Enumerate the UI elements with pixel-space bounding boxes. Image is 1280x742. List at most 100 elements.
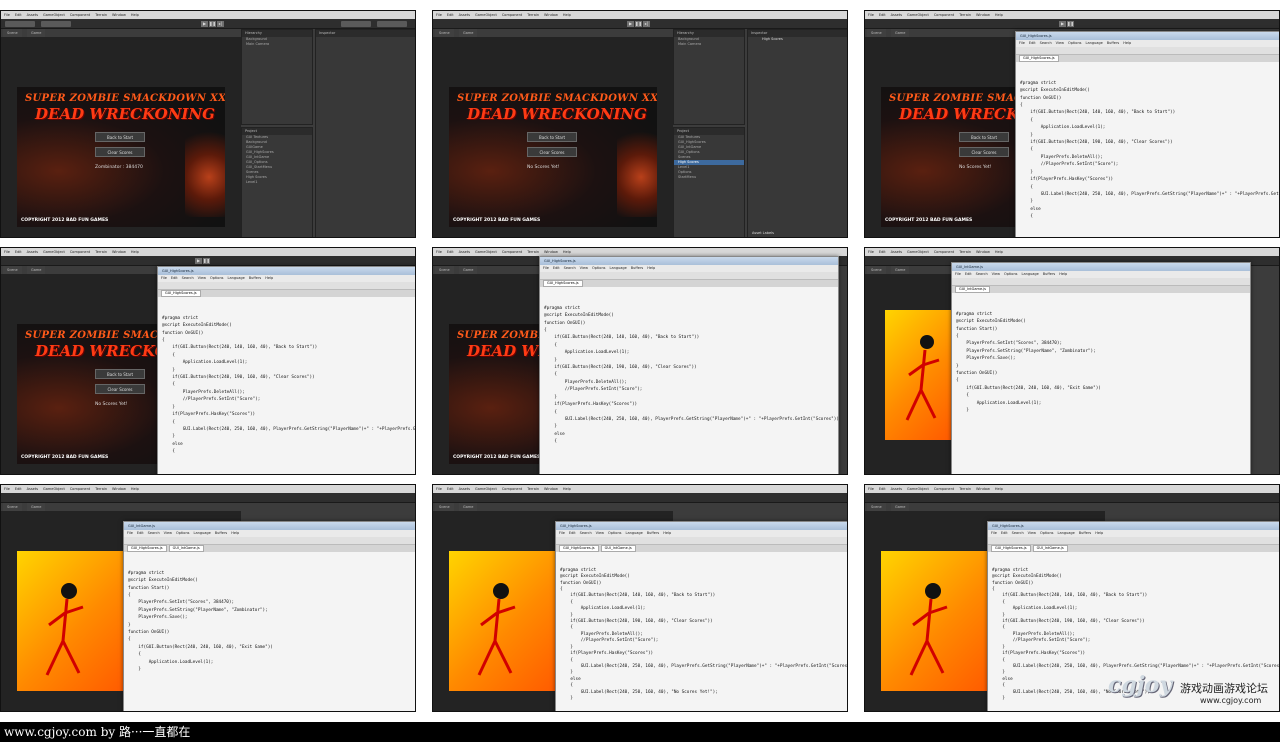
menu-terrain[interactable]: Terrain [527, 487, 539, 491]
menu-window[interactable]: Window [112, 13, 126, 17]
editor-toolbar[interactable] [540, 272, 838, 280]
hierarchy-item[interactable]: Main Camera [674, 42, 744, 47]
menu-assets[interactable]: Assets [459, 250, 470, 254]
menu-component[interactable]: Component [502, 250, 522, 254]
editor-menu-buffers[interactable]: Buffers [1079, 531, 1091, 535]
clear-scores-button[interactable]: Clear Scores [527, 147, 577, 157]
tab-game[interactable]: Game [891, 503, 910, 511]
tab-game[interactable]: Game [27, 29, 46, 37]
hierarchy-item[interactable]: Main Camera [242, 42, 312, 47]
tab-game[interactable]: Game [459, 266, 478, 274]
editor-menu-edit[interactable]: Edit [965, 272, 972, 276]
pause-icon[interactable]: ❚❚ [209, 21, 216, 27]
editor-toolbar[interactable] [158, 282, 415, 290]
menu-file[interactable]: File [4, 250, 10, 254]
editor-toolbar[interactable] [556, 537, 847, 545]
code-area[interactable]: #pragma strict @script ExecuteInEditMode(… [1016, 62, 1279, 235]
editor-menu-buffers[interactable]: Buffers [647, 531, 659, 535]
tab-game[interactable]: Game [891, 266, 910, 274]
editor-menu-edit[interactable]: Edit [1029, 41, 1036, 45]
back-to-start-button[interactable]: Back to Start [527, 132, 577, 142]
editor-menu-help[interactable]: Help [265, 276, 273, 280]
clear-scores-button[interactable]: Clear Scores [95, 384, 145, 394]
play-icon[interactable]: ▶ [627, 21, 634, 27]
menu-gameobject[interactable]: GameObject [475, 250, 497, 254]
menu-terrain[interactable]: Terrain [95, 13, 107, 17]
editor-toolbar[interactable] [952, 278, 1250, 286]
menu-file[interactable]: File [868, 487, 874, 491]
editor-tab-intgame[interactable]: GUI_IntGame.js [168, 545, 204, 552]
editor-menu-language[interactable]: Language [228, 276, 245, 280]
editor-tab-highscores[interactable]: GUI_HighScores.js [991, 545, 1031, 552]
menu-terrain[interactable]: Terrain [95, 487, 107, 491]
editor-menu-help[interactable]: Help [1123, 41, 1131, 45]
editor-menu-search[interactable]: Search [148, 531, 160, 535]
clear-scores-button[interactable]: Clear Scores [95, 147, 145, 157]
menu-help[interactable]: Help [995, 13, 1003, 17]
editor-menu-file[interactable]: File [559, 531, 565, 535]
menu-assets[interactable]: Assets [891, 487, 902, 491]
project-item[interactable]: Level1 [242, 180, 312, 185]
editor-menu-options[interactable]: Options [1068, 41, 1082, 45]
menu-help[interactable]: Help [563, 487, 571, 491]
menu-edit[interactable]: Edit [15, 13, 22, 17]
menu-terrain[interactable]: Terrain [959, 13, 971, 17]
clear-scores-button[interactable]: Clear Scores [959, 147, 1009, 157]
menu-file[interactable]: File [436, 13, 442, 17]
editor-menu-search[interactable]: Search [580, 531, 592, 535]
menu-window[interactable]: Window [544, 250, 558, 254]
menu-window[interactable]: Window [544, 13, 558, 17]
menu-edit[interactable]: Edit [15, 487, 22, 491]
menu-help[interactable]: Help [131, 250, 139, 254]
layers-dropdown[interactable] [341, 21, 371, 27]
menu-assets[interactable]: Assets [459, 13, 470, 17]
menu-window[interactable]: Window [976, 487, 990, 491]
editor-menu-view[interactable]: View [164, 531, 172, 535]
tab-scene[interactable]: Scene [435, 266, 454, 274]
menu-component[interactable]: Component [502, 13, 522, 17]
menu-edit[interactable]: Edit [879, 487, 886, 491]
transform-tools[interactable] [5, 21, 35, 27]
editor-menu-help[interactable]: Help [663, 531, 671, 535]
menu-assets[interactable]: Assets [27, 13, 38, 17]
back-to-start-button[interactable]: Back to Start [959, 132, 1009, 142]
editor-menu-language[interactable]: Language [194, 531, 211, 535]
editor-menu-search[interactable]: Search [976, 272, 988, 276]
editor-menu-language[interactable]: Language [1022, 272, 1039, 276]
editor-menu-file[interactable]: File [127, 531, 133, 535]
editor-menu-edit[interactable]: Edit [553, 266, 560, 270]
code-area[interactable]: #pragma strict @script ExecuteInEditMode(… [952, 293, 1250, 429]
editor-menu-buffers[interactable]: Buffers [215, 531, 227, 535]
menu-help[interactable]: Help [131, 13, 139, 17]
menu-file[interactable]: File [868, 250, 874, 254]
editor-menu-language[interactable]: Language [626, 531, 643, 535]
editor-tab-highscores[interactable]: GUI_HighScores.js [161, 290, 201, 297]
menu-edit[interactable]: Edit [447, 250, 454, 254]
menu-component[interactable]: Component [70, 250, 90, 254]
menu-assets[interactable]: Assets [459, 487, 470, 491]
editor-menu-buffers[interactable]: Buffers [1043, 272, 1055, 276]
menu-assets[interactable]: Assets [891, 250, 902, 254]
menu-file[interactable]: File [4, 13, 10, 17]
menu-terrain[interactable]: Terrain [527, 250, 539, 254]
menu-terrain[interactable]: Terrain [959, 250, 971, 254]
editor-menu-options[interactable]: Options [1004, 272, 1018, 276]
menu-edit[interactable]: Edit [447, 487, 454, 491]
code-area[interactable]: #pragma strict @script ExecuteInEditMode(… [124, 552, 415, 688]
menu-gameobject[interactable]: GameObject [907, 250, 929, 254]
code-area[interactable]: #pragma strict @script ExecuteInEditMode(… [540, 287, 838, 460]
editor-menu-options[interactable]: Options [210, 276, 224, 280]
project-item[interactable]: StartMenu [674, 175, 744, 180]
menu-window[interactable]: Window [544, 487, 558, 491]
menu-gameobject[interactable]: GameObject [907, 487, 929, 491]
code-area[interactable]: #pragma strict @script ExecuteInEditMode(… [158, 297, 415, 470]
editor-menu-view[interactable]: View [992, 272, 1000, 276]
tab-game[interactable]: Game [459, 503, 478, 511]
editor-menu-help[interactable]: Help [647, 266, 655, 270]
play-icon[interactable]: ▶ [195, 258, 202, 264]
editor-menu-view[interactable]: View [580, 266, 588, 270]
editor-menu-buffers[interactable]: Buffers [631, 266, 643, 270]
menu-gameobject[interactable]: GameObject [43, 13, 65, 17]
menu-window[interactable]: Window [976, 250, 990, 254]
menu-window[interactable]: Window [112, 250, 126, 254]
